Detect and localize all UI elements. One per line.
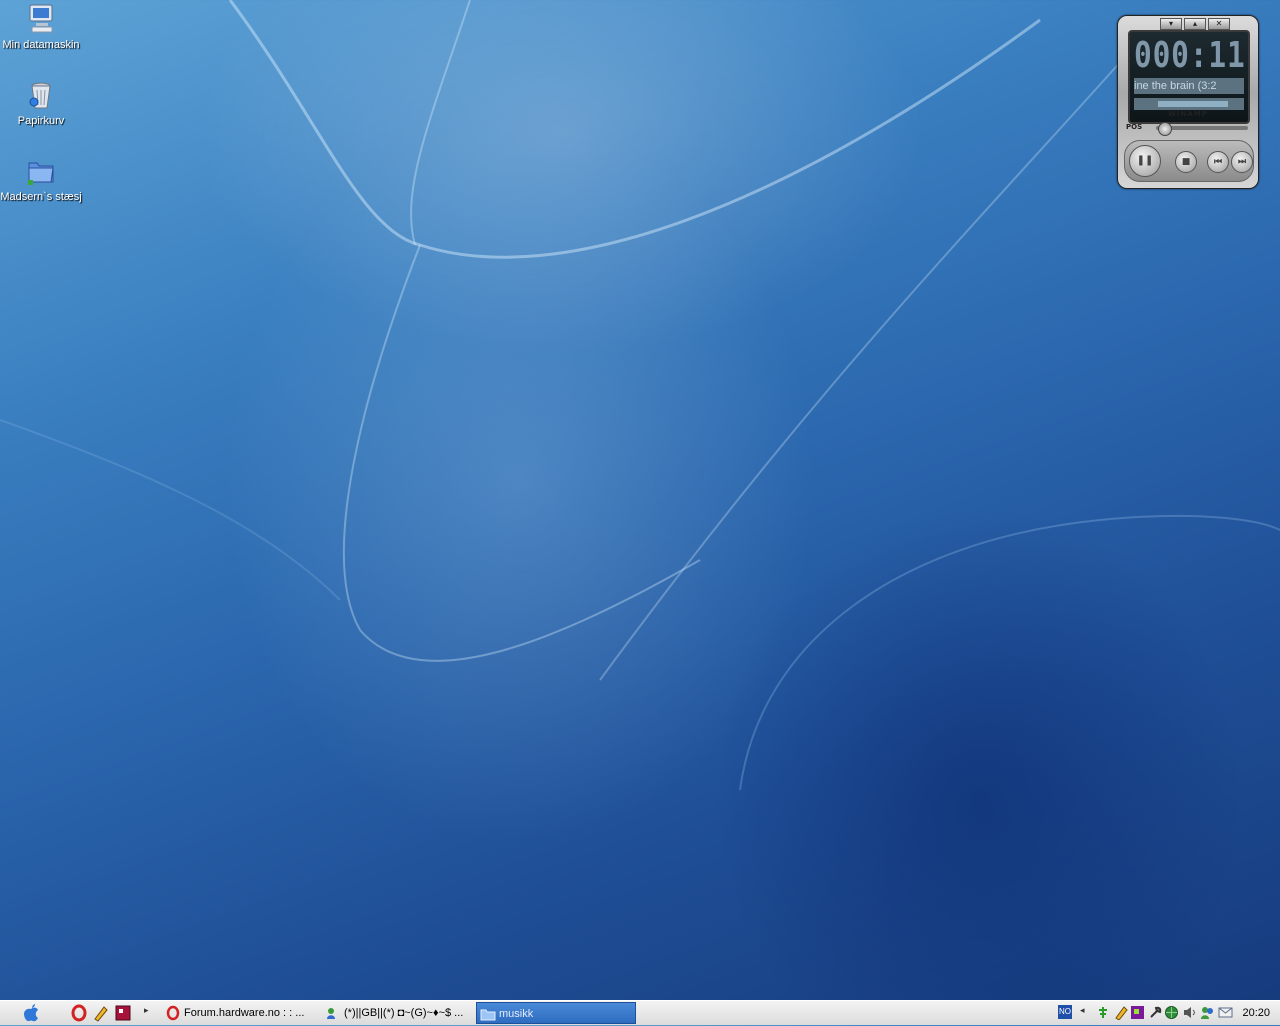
opera-icon <box>166 1005 180 1021</box>
winamp-controls: ❚❚ ■ ⏮ ⏭ <box>1124 140 1254 182</box>
pencil-icon[interactable] <box>1114 1005 1129 1020</box>
wallpaper-swirl <box>0 0 1280 791</box>
start-button[interactable] <box>20 1003 42 1023</box>
winamp-position-knob[interactable] <box>1158 122 1172 136</box>
desktop[interactable]: Min datamaskin Papirkurv Madsern`s stæsj… <box>0 0 1280 1000</box>
task-label: (*)||GB||(*) ◘~(G)~♦~$ ... <box>344 1007 464 1019</box>
tools-icon[interactable] <box>1148 1005 1163 1020</box>
winamp-stop-button[interactable]: ■ <box>1175 151 1197 173</box>
clock[interactable]: 20:20 <box>1242 1002 1270 1024</box>
network-icon[interactable] <box>1096 1005 1111 1020</box>
winamp-pos-label: POS <box>1126 123 1143 131</box>
app-quicklaunch[interactable] <box>114 1004 132 1022</box>
apple-icon <box>24 1004 38 1022</box>
task-messenger-chat[interactable]: (*)||GB||(*) ◘~(G)~♦~$ ... <box>322 1002 472 1024</box>
opera-quicklaunch[interactable] <box>70 1004 88 1022</box>
pencil-icon <box>94 1006 108 1022</box>
desktop-icon-label: Papirkurv <box>17 115 65 127</box>
system-tray: NO ◂ 20:20 <box>1056 1002 1280 1024</box>
tools-quicklaunch[interactable] <box>92 1004 110 1022</box>
winamp-volume-slider[interactable] <box>1134 98 1244 110</box>
task-label: Forum.hardware.no : : ... <box>184 1007 305 1019</box>
winamp-titlebar[interactable]: ▾ ▴ ✕ <box>1124 18 1252 30</box>
globe-icon[interactable] <box>1164 1005 1179 1020</box>
recycle-bin-icon <box>24 78 58 112</box>
folder-icon <box>24 154 58 188</box>
messenger-icon[interactable] <box>1200 1005 1215 1020</box>
app-icon <box>115 1005 131 1021</box>
language-indicator[interactable]: NO <box>1058 1005 1072 1019</box>
winamp-song-title[interactable]: ine the brain (3:2 <box>1134 78 1244 94</box>
computer-icon <box>24 2 58 36</box>
tray-expand-icon[interactable]: ◂ <box>1080 1005 1095 1020</box>
folder-icon <box>480 1009 496 1021</box>
task-musikk-folder[interactable]: musikk <box>476 1002 636 1024</box>
winamp-next-button[interactable]: ⏭ <box>1231 151 1253 173</box>
mail-icon[interactable] <box>1218 1005 1233 1020</box>
app-icon[interactable] <box>1130 1005 1145 1020</box>
winamp-shade-button[interactable]: ▴ <box>1184 18 1206 30</box>
task-forum-hardware[interactable]: Forum.hardware.no : : ... <box>162 1002 312 1024</box>
opera-icon <box>71 1004 87 1022</box>
desktop-icon-label: Min datamaskin <box>2 39 80 51</box>
winamp-logo: WINAMP <box>1168 110 1208 118</box>
winamp-position-slider[interactable]: POS <box>1126 122 1250 136</box>
winamp-pause-button[interactable]: ❚❚ <box>1129 145 1161 177</box>
messenger-icon <box>327 1008 335 1019</box>
taskbar: ▸ Forum.hardware.no : : ... (*)||GB||(*)… <box>0 1000 1280 1025</box>
winamp-time-display[interactable]: 000:11 <box>1134 36 1245 76</box>
desktop-icon-recycle-bin[interactable]: Papirkurv <box>0 78 82 128</box>
quicklaunch-expand-icon[interactable]: ▸ <box>144 1005 149 1016</box>
winamp-player[interactable]: ▾ ▴ ✕ 000:11 ine the brain (3:2 WINAMP P… <box>1117 15 1259 189</box>
winamp-minimize-button[interactable]: ▾ <box>1160 18 1182 30</box>
desktop-icon-label: Madsern`s stæsj <box>0 191 82 203</box>
desktop-icon-folder[interactable]: Madsern`s stæsj <box>0 154 82 204</box>
speaker-icon[interactable] <box>1182 1005 1197 1020</box>
desktop-icon-my-computer[interactable]: Min datamaskin <box>0 2 82 52</box>
task-label: musikk <box>499 1008 534 1020</box>
winamp-close-button[interactable]: ✕ <box>1208 18 1230 30</box>
winamp-prev-button[interactable]: ⏮ <box>1207 151 1229 173</box>
